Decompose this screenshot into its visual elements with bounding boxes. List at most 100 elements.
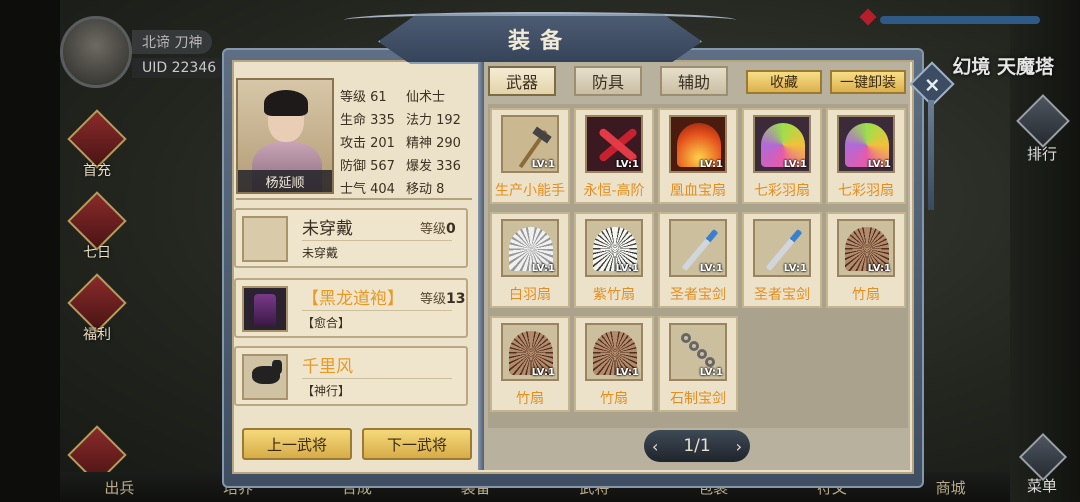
item-name: 石制宝剑 [670,391,726,407]
item-tile[interactable]: LV:1 紫竹扇 [574,212,654,308]
item-tile[interactable]: LV:1 凰血宝扇 [658,108,738,204]
welfare-button[interactable]: 福利 [66,273,128,344]
item-name: 七彩羽扇 [838,183,894,199]
item-name: 竹扇 [600,391,628,407]
stat-burst: 爆发 336 [406,159,461,174]
item-tile[interactable]: LV:1 生产小能手 [490,108,570,204]
fire-fan-icon: LV:1 [669,115,727,173]
item-name: 七彩羽扇 [754,183,810,199]
item-tile[interactable]: LV:1 竹扇 [826,212,906,308]
close-icon: × [923,71,941,96]
item-name: 永恒-高阶 [583,183,645,199]
item-tile[interactable]: LV:1 圣者宝剑 [742,212,822,308]
item-tile[interactable]: LV:1 石制宝剑 [658,316,738,412]
prev-hero-button[interactable]: 上一武将 [242,428,352,460]
horse-icon [242,354,288,400]
slot-level: 等级13 [420,291,466,307]
left-edge [0,0,60,502]
welfare-label: 福利 [83,327,111,343]
mount-slot[interactable]: 千里风 【神行】 [234,346,468,406]
bottom-nav-item[interactable]: 商城 [936,477,966,498]
item-name: 生产小能手 [495,183,565,199]
item-name: 白羽扇 [509,287,551,303]
player-uid: UID 22346 [132,58,227,78]
player-name: 北谛 刀神 [132,30,213,54]
sword-icon: LV:1 [669,219,727,277]
stat-mp: 法力 192 [406,113,461,128]
slot-sub: 未穿戴 [302,246,339,260]
rank-button[interactable]: 排行 [1014,94,1070,164]
rainbow-fan-icon: LV:1 [753,115,811,173]
chevron-left-icon[interactable]: ‹ [652,437,658,456]
menu-label: 菜单 [1026,477,1057,495]
empty-slot-icon [242,216,288,262]
item-tile[interactable]: LV:1 圣者宝剑 [658,212,738,308]
slot-separator [302,378,452,379]
stat-move: 移动 8 [406,182,445,197]
tab-armor[interactable]: 防具 [574,66,642,96]
bamboo-fan-brown-icon: LV:1 [501,323,559,381]
red-bow-icon: LV:1 [585,115,643,173]
hoe-icon: LV:1 [501,115,559,173]
robe-icon [242,286,288,332]
slot-separator [302,240,452,241]
stat-morale: 士气 404 [340,182,395,197]
bottom-nav-item[interactable]: 出兵 [104,477,134,498]
slot-name: 未穿戴 [302,219,353,239]
rank-icon [1016,94,1070,148]
slot-separator [302,310,452,311]
slot-sub: 【愈合】 [302,316,351,330]
item-tile[interactable]: LV:1 白羽扇 [490,212,570,308]
first-recharge-button[interactable]: 首充 [66,109,128,180]
seven-day-button[interactable]: 七日 [66,191,128,262]
hero-name: 杨延顺 [238,170,332,192]
item-tile[interactable]: LV:1 七彩羽扇 [742,108,822,204]
hero-stats: 等级 61 仙术士 生命 335 法力 192 攻击 201 精神 290 防御… [340,86,480,197]
rainbow-fan-icon: LV:1 [837,115,895,173]
stat-attack: 攻击 201 [340,136,395,151]
tab-accessory[interactable]: 辅助 [660,66,728,96]
slot-sub: 【神行】 [302,384,351,398]
white-fan-icon: LV:1 [501,219,559,277]
top-progress-bar [880,16,1040,24]
armor-slot[interactable]: 【黑龙道袍】 等级13 【愈合】 [234,278,468,338]
favorite-button[interactable]: 收藏 [746,70,822,94]
page-indicator: 1/1 [683,436,711,456]
stat-class: 仙术士 [406,90,446,105]
seven-day-label: 七日 [83,245,111,261]
stone-sword-icon: LV:1 [669,323,727,381]
item-name: 紫竹扇 [593,287,635,303]
tab-weapon[interactable]: 武器 [488,66,556,96]
slot-level: 等级0 [420,221,456,237]
menu-button[interactable]: 菜单 [1014,432,1070,496]
chevron-right-icon[interactable]: › [736,437,742,456]
bamboo-fan-brown-icon: LV:1 [585,323,643,381]
next-hero-button[interactable]: 下一武将 [362,428,472,460]
pagination: ‹ 1/1 › [644,430,750,462]
item-name: 竹扇 [852,287,880,303]
location-label: 幻境 天魔塔 [952,56,1054,78]
item-tile[interactable]: LV:1 七彩羽扇 [826,108,906,204]
player-avatar[interactable] [60,16,132,88]
item-tile[interactable]: LV:1 永恒-高阶 [574,108,654,204]
sword-icon: LV:1 [753,219,811,277]
item-name: 圣者宝剑 [670,287,726,303]
item-name: 圣者宝剑 [754,287,810,303]
weapon-slot[interactable]: 未穿戴 等级0 未穿戴 [234,208,468,268]
stats-divider [236,198,472,200]
item-name: 凰血宝扇 [670,183,726,199]
item-tile[interactable]: LV:1 竹扇 [574,316,654,412]
hero-hair-art [264,90,308,116]
unequip-all-button[interactable]: 一键卸装 [830,70,906,94]
bamboo-fan-brown-icon: LV:1 [837,219,895,277]
item-tile[interactable]: LV:1 竹扇 [490,316,570,412]
item-name: 竹扇 [516,391,544,407]
stat-hp: 生命 335 [340,113,395,128]
slot-name: 千里风 [302,357,353,377]
stat-level: 等级 61 [340,90,387,105]
rank-label: 排行 [1026,145,1057,163]
stat-spirit: 精神 290 [406,136,461,151]
hero-portrait: 杨延顺 [236,78,334,194]
dialog-title: 装备 [507,29,572,54]
slot-name: 【黑龙道袍】 [302,289,404,309]
